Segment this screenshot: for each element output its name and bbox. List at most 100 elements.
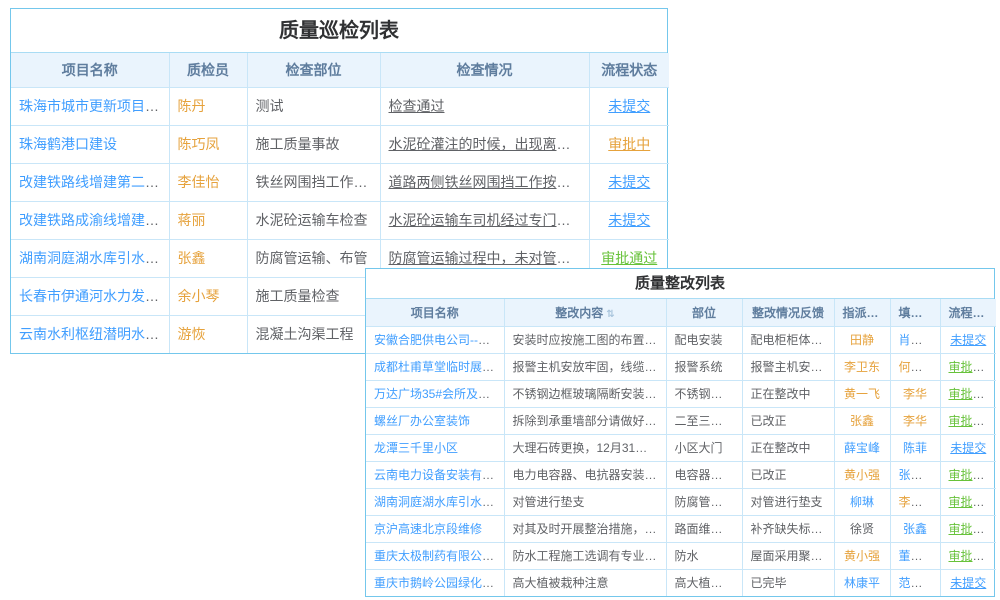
reporter-cell: 肖亚军 bbox=[890, 326, 940, 353]
reporter-name[interactable]: 李华 bbox=[903, 414, 927, 428]
inspector-name[interactable]: 陈巧凤 bbox=[178, 136, 220, 152]
rectification-table-title: 质量整改列表 bbox=[366, 269, 994, 299]
status-badge[interactable]: 审批通过 bbox=[949, 549, 997, 563]
project-link[interactable]: 云南电力设备安装有限公司20... bbox=[374, 468, 504, 482]
reporter-name[interactable]: 范思哲 bbox=[899, 576, 935, 590]
project-link[interactable]: 长春市伊通河水力发电... bbox=[19, 288, 169, 304]
reporter-name[interactable]: 张小东 bbox=[899, 468, 935, 482]
project-link[interactable]: 珠海市城市更新项目紫... bbox=[19, 98, 169, 114]
status-badge[interactable]: 未提交 bbox=[608, 98, 650, 114]
project-link[interactable]: 云南水利枢纽潜明水库... bbox=[19, 326, 169, 342]
status-cell: 未提交 bbox=[940, 434, 996, 461]
status-badge[interactable]: 审批通过 bbox=[949, 414, 997, 428]
project-link[interactable]: 万达广场35#会所及咖啡厅空... bbox=[374, 387, 504, 401]
feedback-cell: 补齐缺失标志... bbox=[742, 515, 834, 542]
project-link[interactable]: 重庆市鹅岭公园绿化景观提升... bbox=[374, 576, 504, 590]
assignee-name[interactable]: 徐贤 bbox=[850, 522, 874, 536]
status-badge[interactable]: 未提交 bbox=[950, 441, 986, 455]
status-badge[interactable]: 未提交 bbox=[608, 174, 650, 190]
assignee-name[interactable]: 薛宝峰 bbox=[844, 441, 880, 455]
inspector-name[interactable]: 陈丹 bbox=[178, 98, 206, 114]
reporter-name[interactable]: 董清平 bbox=[899, 549, 935, 563]
project-link[interactable]: 成都杜甫草堂临时展厅独立展... bbox=[374, 360, 504, 374]
assignee-name[interactable]: 黄小强 bbox=[844, 549, 880, 563]
rectification-table: 项目名称 整改内容⇅ 部位 整改情况反馈 指派人员 填报人 流程状态 安徽合肥供… bbox=[366, 299, 996, 596]
feedback-cell: 正在整改中 bbox=[742, 380, 834, 407]
check-part: 施工质量事故 bbox=[256, 136, 340, 152]
feedback-cell: 报警主机安放... bbox=[742, 353, 834, 380]
assignee-name[interactable]: 柳琳 bbox=[850, 495, 874, 509]
status-cell: 未提交 bbox=[589, 87, 669, 125]
inspector-cell: 蒋丽 bbox=[169, 201, 247, 239]
feedback-cell: 配电柜柜体与... bbox=[742, 326, 834, 353]
rectify-content: 报警主机安放牢固，线缆连接... bbox=[513, 360, 667, 374]
rectify-part: 小区大门 bbox=[675, 441, 723, 455]
check-part: 铁丝网围挡工作检查 bbox=[256, 174, 381, 190]
table-row: 珠海鹤港口建设 陈巧凤 施工质量事故 水泥砼灌注的时候，出现离析现象 审批中 bbox=[11, 125, 669, 163]
reporter-name[interactable]: 李华 bbox=[903, 387, 927, 401]
sort-icon[interactable]: ⇅ bbox=[606, 309, 614, 320]
inspector-name[interactable]: 蒋丽 bbox=[178, 212, 206, 228]
project-link[interactable]: 京沪高速北京段维修 bbox=[374, 522, 482, 536]
reporter-cell: 李华 bbox=[890, 407, 940, 434]
assignee-name[interactable]: 田静 bbox=[850, 333, 874, 347]
project-link[interactable]: 重庆太极制药有限公司亳州中... bbox=[374, 549, 504, 563]
status-badge[interactable]: 未提交 bbox=[608, 212, 650, 228]
rectify-content: 安装时应按施工图的布置，将... bbox=[513, 333, 667, 347]
assignee-name[interactable]: 李卫东 bbox=[844, 360, 880, 374]
situation-cell: 水泥砼灌注的时候，出现离析现象 bbox=[380, 125, 589, 163]
rectify-feedback: 对管进行垫支 bbox=[751, 495, 823, 509]
reporter-name[interactable]: 李若若 bbox=[899, 495, 935, 509]
reporter-name[interactable]: 何芷萌 bbox=[899, 360, 935, 374]
rectification-col-content[interactable]: 整改内容⇅ bbox=[504, 299, 666, 326]
reporter-name[interactable]: 陈菲 bbox=[903, 441, 927, 455]
inspector-name[interactable]: 游恢 bbox=[178, 326, 206, 342]
assignee-name[interactable]: 黄一飞 bbox=[844, 387, 880, 401]
assignee-name[interactable]: 林康平 bbox=[844, 576, 880, 590]
reporter-name[interactable]: 肖亚军 bbox=[899, 333, 935, 347]
check-situation: 检查通过 bbox=[389, 98, 445, 114]
rectify-feedback: 报警主机安放... bbox=[751, 360, 833, 374]
rectify-feedback: 已完毕 bbox=[751, 576, 787, 590]
status-badge[interactable]: 未提交 bbox=[950, 576, 986, 590]
status-badge[interactable]: 审批通过 bbox=[949, 387, 997, 401]
status-badge[interactable]: 审批通过 bbox=[949, 522, 997, 536]
part-cell: 铁丝网围挡工作检查 bbox=[247, 163, 380, 201]
table-row: 龙潭三千里小区 大理石砖更换，12月31日之... 小区大门 正在整改中 薛宝峰… bbox=[366, 434, 996, 461]
status-cell: 审批通过 bbox=[940, 515, 996, 542]
reporter-name[interactable]: 张鑫 bbox=[903, 522, 927, 536]
situation-cell: 水泥砼运输车司机经过专门培训... bbox=[380, 201, 589, 239]
rectify-part: 防水 bbox=[675, 549, 699, 563]
status-badge[interactable]: 审批通过 bbox=[601, 250, 657, 266]
project-link[interactable]: 珠海鹤港口建设 bbox=[19, 136, 117, 152]
project-link[interactable]: 湖南洞庭湖水库引水工... bbox=[19, 250, 169, 266]
project-link[interactable]: 螺丝厂办公室装饰 bbox=[374, 414, 470, 428]
assignee-name[interactable]: 张鑫 bbox=[850, 414, 874, 428]
project-cell: 湖南洞庭湖水库引水工... bbox=[11, 239, 169, 277]
reporter-cell: 张小东 bbox=[890, 461, 940, 488]
project-link[interactable]: 改建铁路成渝线增建第... bbox=[19, 212, 169, 228]
table-row: 湖南洞庭湖水库引水工程施工1标 对管进行垫支 防腐管运输... 对管进行垫支 柳… bbox=[366, 488, 996, 515]
status-badge[interactable]: 未提交 bbox=[950, 333, 986, 347]
assignee-name[interactable]: 黄小强 bbox=[844, 468, 880, 482]
project-link[interactable]: 改建铁路线增建第二线... bbox=[19, 174, 169, 190]
rectify-part: 路面维修检... bbox=[675, 522, 743, 536]
project-link[interactable]: 龙潭三千里小区 bbox=[374, 441, 458, 455]
project-link[interactable]: 安徽合肥供电公司--配电设备... bbox=[374, 333, 504, 347]
assignee-cell: 柳琳 bbox=[834, 488, 890, 515]
inspector-name[interactable]: 余小琴 bbox=[178, 288, 220, 304]
status-cell: 审批通过 bbox=[940, 380, 996, 407]
status-badge[interactable]: 审批通过 bbox=[949, 468, 997, 482]
content-cell: 对管进行垫支 bbox=[504, 488, 666, 515]
table-row: 安徽合肥供电公司--配电设备... 安装时应按施工图的布置，将... 配电安装 … bbox=[366, 326, 996, 353]
inspector-name[interactable]: 张鑫 bbox=[178, 250, 206, 266]
inspector-cell: 陈巧凤 bbox=[169, 125, 247, 163]
status-cell: 审批通过 bbox=[940, 488, 996, 515]
status-badge[interactable]: 审批通过 bbox=[949, 495, 997, 509]
status-badge[interactable]: 审批中 bbox=[608, 136, 650, 152]
reporter-cell: 李华 bbox=[890, 380, 940, 407]
inspector-name[interactable]: 李佳怡 bbox=[178, 174, 220, 190]
project-cell: 螺丝厂办公室装饰 bbox=[366, 407, 504, 434]
project-link[interactable]: 湖南洞庭湖水库引水工程施工1标 bbox=[374, 495, 504, 509]
status-badge[interactable]: 审批通过 bbox=[949, 360, 997, 374]
